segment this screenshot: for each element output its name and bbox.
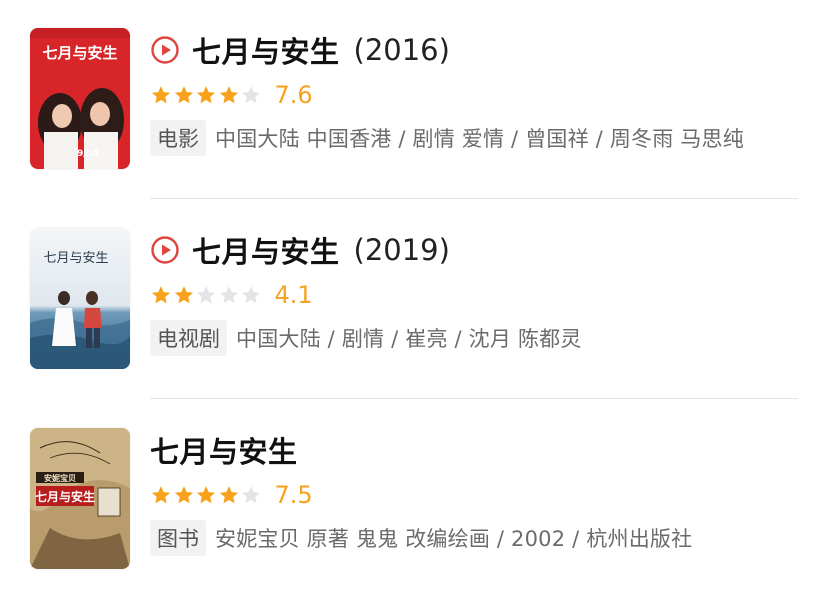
result-title[interactable]: 七月与安生 [192,229,340,271]
rating-score: 7.5 [274,481,313,509]
divider [150,398,798,399]
result-meta: 中国大陆 中国香港 / 剧情 爱情 / 曾国祥 / 周冬雨 马思纯 [215,127,744,151]
star-empty-icon [218,284,240,306]
result-title[interactable]: 七月与安生 [150,429,298,471]
star-empty-icon [240,84,262,106]
result-item-book[interactable]: 安妮宝贝 七月与安生 七月与安生 7.5 图书 安妮宝贝 原著 鬼鬼 改编绘画 … [0,400,828,598]
result-meta: 安妮宝贝 原著 鬼鬼 改编绘画 / 2002 / 杭州出版社 [215,527,693,551]
poster-title-text: 七月与安生 [42,44,117,62]
star-empty-icon [240,484,262,506]
star-full-icon [218,484,240,506]
search-results-list: 七月与安生 9/14 七月与安生 (2016) 7.6 电影 中国大陆 中国香港… [0,0,828,598]
play-icon[interactable] [150,35,180,65]
result-year: (2019) [353,233,450,267]
type-tag: 电影 [150,120,206,156]
poster-image[interactable]: 安妮宝贝 七月与安生 [30,428,130,569]
rating-stars [150,84,263,106]
rating-score: 7.6 [274,81,313,109]
play-icon[interactable] [150,235,180,265]
star-full-icon [218,84,240,106]
star-full-icon [173,284,195,306]
result-meta: 中国大陆 / 剧情 / 崔亮 / 沈月 陈都灵 [236,327,582,351]
star-full-icon [173,84,195,106]
poster-title-text: 七月与安生 [43,251,108,266]
result-item-movie-2016[interactable]: 七月与安生 9/14 七月与安生 (2016) 7.6 电影 中国大陆 中国香港… [0,0,828,200]
star-full-icon [150,84,172,106]
rating-stars [150,484,263,506]
star-full-icon [150,484,172,506]
star-full-icon [195,484,217,506]
result-title[interactable]: 七月与安生 [192,29,340,71]
poster-author-text: 安妮宝贝 [44,473,76,483]
poster-image[interactable]: 七月与安生 [30,228,130,369]
star-full-icon [150,284,172,306]
star-full-icon [173,484,195,506]
star-full-icon [195,84,217,106]
poster-date-text: 9/14 [77,149,99,159]
divider [150,198,798,199]
poster-image[interactable]: 七月与安生 9/14 [30,28,130,169]
type-tag: 图书 [150,520,206,556]
star-empty-icon [195,284,217,306]
result-year: (2016) [353,33,450,67]
type-tag: 电视剧 [150,320,227,356]
rating-score: 4.1 [274,281,313,309]
star-empty-icon [240,284,262,306]
result-item-tv-2019[interactable]: 七月与安生 七月与安生 (2019) 4.1 电视剧 中国大陆 / 剧情 / 崔… [0,200,828,400]
poster-title-text: 七月与安生 [35,489,95,504]
rating-stars [150,284,263,306]
